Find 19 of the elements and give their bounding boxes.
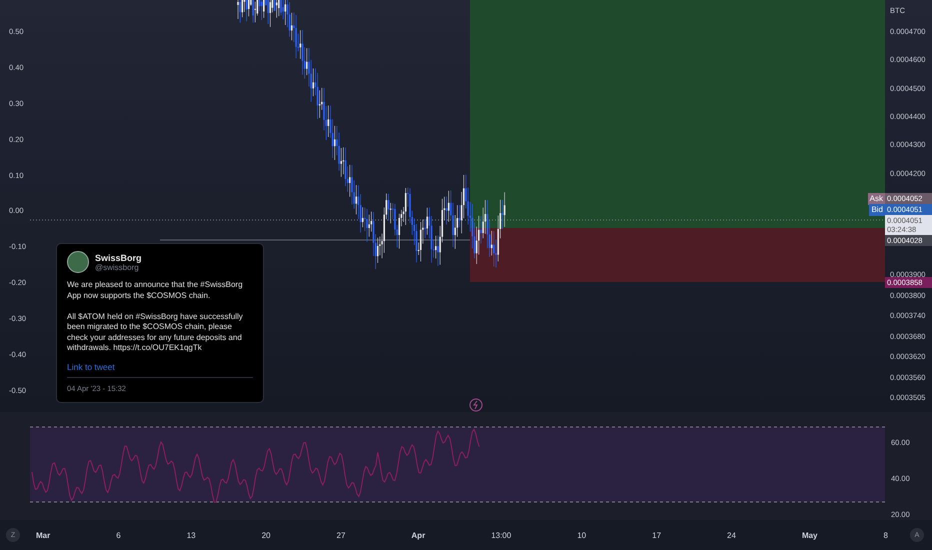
price-tag-label: Bid [869, 204, 885, 216]
time-label: 24 [727, 530, 736, 540]
tweet-author: SwissBorg [95, 252, 142, 262]
time-label: 17 [652, 530, 662, 540]
tweet-link[interactable]: Link to tweet [67, 362, 253, 372]
time-label: 13 [186, 530, 196, 540]
tweet-handle: @swissborg [95, 262, 139, 272]
time-label: 13:00 [491, 530, 512, 540]
time-label: 6 [116, 530, 121, 540]
tweet-text: We are pleased to announce that the #SwissBorg App now supports the $COSMOS chain. All $ATOM held on #SwissBorg have successfully been migrated to the $COSMOS chain, please check your addresses for any future deposits and withdrawals. https://t.co/OU7EK1qgTk [67, 280, 244, 354]
avatar [67, 251, 89, 273]
time-label: 20 [262, 530, 270, 540]
time-label: May [802, 530, 818, 540]
time-label: 8 [884, 530, 888, 540]
time-label: Mar [36, 530, 50, 540]
lightning-icon[interactable] [470, 398, 482, 412]
time-label: 10 [577, 530, 586, 540]
time-label: Apr [411, 530, 426, 540]
time-label: 27 [336, 530, 346, 540]
